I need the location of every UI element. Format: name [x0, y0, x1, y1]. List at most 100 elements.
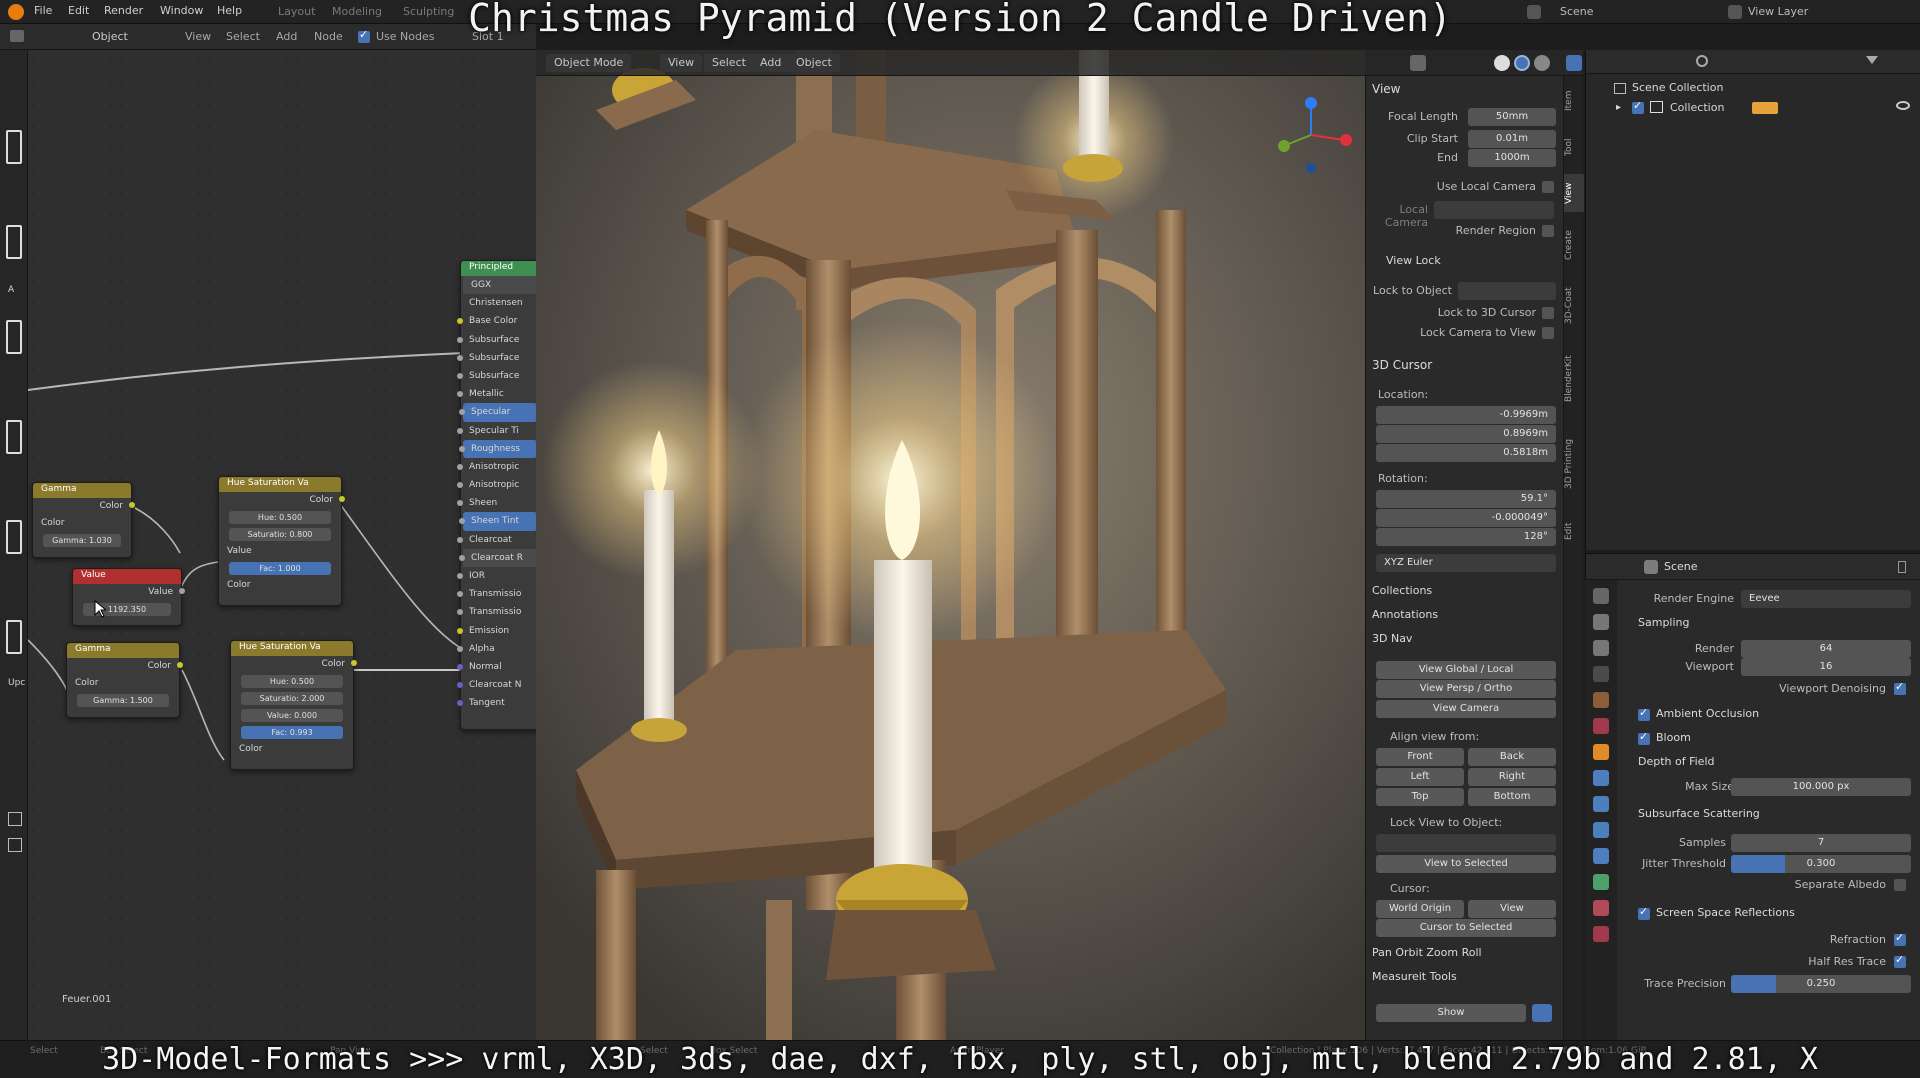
principled-socket-row[interactable]: Sheen Tint [459, 512, 537, 531]
tool-icon-2[interactable] [6, 225, 22, 259]
3d-viewport[interactable] [536, 50, 1365, 1040]
ao-checkbox[interactable] [1638, 706, 1650, 721]
principled-socket-row[interactable]: Roughness [459, 439, 537, 458]
value-node-output-socket[interactable] [179, 588, 185, 594]
principled-socket-row[interactable]: Specular [459, 403, 537, 422]
principled-socket-row[interactable]: Subsurface [457, 367, 539, 385]
refraction-checkbox[interactable] [1894, 931, 1906, 946]
render-region-checkbox[interactable] [1542, 225, 1554, 237]
principled-input-socket[interactable] [457, 682, 463, 689]
ambient-occlusion-header[interactable]: Ambient Occlusion [1656, 707, 1759, 720]
clip-end-field[interactable]: 1000m [1468, 149, 1556, 167]
collections-panel-header[interactable]: Collections [1372, 584, 1432, 597]
3d-nav-header[interactable]: 3D Nav [1372, 632, 1412, 645]
principled-socket-row[interactable]: Clearcoat R [459, 548, 537, 567]
principled-input-socket[interactable] [459, 445, 465, 452]
sidebar-tab-3d-printing[interactable]: 3D Printing [1564, 424, 1584, 504]
pan-orbit-panel-header[interactable]: Pan Orbit Zoom Roll [1372, 946, 1482, 959]
viewport-menu-add[interactable]: Add [752, 54, 790, 72]
sidebar-tab-edit[interactable]: Edit [1564, 512, 1584, 550]
principled-input-socket[interactable] [457, 500, 463, 507]
principled-socket-row[interactable]: Metallic [457, 385, 539, 403]
select-tool-icon[interactable] [6, 130, 22, 164]
tool-tab-icon[interactable] [1593, 588, 1609, 604]
trace-precision-slider[interactable]: 0.250 [1731, 975, 1911, 993]
principled-socket-row[interactable]: Base Color [457, 312, 539, 330]
measureit-settings-icon[interactable] [1532, 1004, 1552, 1022]
view-camera-button[interactable]: View Camera [1376, 700, 1556, 718]
principled-input-socket[interactable] [457, 591, 463, 598]
bloom-checkbox[interactable] [1638, 730, 1650, 745]
gamma-1-field[interactable]: Gamma: 1.030 [43, 534, 121, 547]
lock-camera-checkbox[interactable] [1542, 327, 1554, 339]
material-tab-icon[interactable] [1593, 900, 1609, 916]
principled-input-socket[interactable] [457, 536, 463, 543]
gamma-2-output-socket[interactable] [177, 662, 183, 668]
cursor-rot-x-field[interactable]: 59.1° [1376, 490, 1556, 508]
principled-input-socket[interactable] [457, 354, 463, 361]
bloom-header[interactable]: Bloom [1656, 731, 1691, 744]
focal-length-field[interactable]: 50mm [1468, 108, 1556, 126]
hue-1-hue-field[interactable]: Hue: 0.500 [229, 511, 331, 524]
principled-socket-row[interactable]: Sheen [457, 494, 539, 512]
jitter-threshold-slider[interactable]: 0.300 [1731, 855, 1911, 873]
viewport-menu-object[interactable]: Object [788, 54, 840, 72]
value-node[interactable]: Value Value 1192.350 [72, 568, 185, 626]
gamma-1-header[interactable]: Gamma [33, 483, 131, 498]
sidebar-tab-view[interactable]: View [1564, 174, 1584, 212]
rotation-mode-dropdown[interactable]: XYZ Euler [1376, 554, 1556, 572]
gamma-2-header[interactable]: Gamma [67, 643, 179, 658]
align-front-button[interactable]: Front [1376, 748, 1464, 766]
object-tab-icon[interactable] [1593, 744, 1609, 760]
hue-1-saturation-field[interactable]: Saturatio: 0.800 [229, 528, 331, 541]
gamma-2-field[interactable]: Gamma: 1.500 [77, 694, 169, 707]
principled-input-socket[interactable] [457, 372, 463, 379]
principled-input-socket[interactable] [457, 463, 463, 470]
render-engine-dropdown[interactable]: Eevee [1741, 590, 1911, 608]
shading-rendered-icon[interactable] [1534, 55, 1550, 71]
hue-2-saturation-field[interactable]: Saturatio: 2.000 [241, 692, 343, 705]
principled-input-socket[interactable] [457, 427, 463, 434]
principled-socket-row[interactable]: Specular Ti [457, 422, 539, 440]
view-section-header[interactable]: View [1372, 82, 1400, 96]
sampling-header[interactable]: Sampling [1638, 616, 1690, 629]
measureit-panel-header[interactable]: Measureit Tools [1372, 970, 1457, 983]
collection-label[interactable]: Collection [1670, 101, 1724, 114]
sidebar-toggle-icon-2[interactable] [8, 838, 22, 852]
principled-bsdf-node[interactable]: Principled GGX Christensen Base Color Subsu… [457, 260, 540, 730]
principled-input-socket[interactable] [457, 627, 463, 634]
overlay-toggle-icon[interactable] [1410, 55, 1426, 71]
modifier-tab-icon[interactable] [1593, 770, 1609, 786]
texture-tab-icon[interactable] [1593, 926, 1609, 942]
sidebar-tab-tool[interactable]: Tool [1564, 128, 1584, 166]
principled-socket-row[interactable]: IOR [457, 567, 539, 585]
viewport-samples-field[interactable]: 16 [1741, 658, 1911, 676]
cursor-to-selected-button[interactable]: Cursor to Selected [1376, 919, 1556, 937]
principled-input-socket[interactable] [457, 573, 463, 579]
node-editor-canvas[interactable]: Principled GGX Christensen Base Color Subsu… [28, 50, 540, 1040]
ssr-checkbox[interactable] [1638, 905, 1650, 920]
view-to-selected-button[interactable]: View to Selected [1376, 855, 1556, 873]
value-node-header[interactable]: Value [73, 569, 181, 584]
gamma-node-1[interactable]: Gamma Color Color Gamma: 1.030 [32, 482, 135, 558]
hue-saturation-node-2[interactable]: Hue Saturation Va Color Hue: 0.500 Satur… [230, 640, 357, 770]
cursor-rot-z-field[interactable]: 128° [1376, 528, 1556, 546]
hue-2-value-field[interactable]: Value: 0.000 [241, 709, 343, 722]
viewport-menu-view[interactable]: View [660, 54, 703, 72]
principled-input-socket[interactable] [457, 318, 463, 325]
principled-input-socket[interactable] [457, 700, 463, 707]
cursor-rot-y-field[interactable]: -0.000049° [1376, 509, 1556, 527]
principled-socket-row[interactable]: Alpha [457, 640, 539, 658]
principled-socket-row[interactable]: GGX [463, 276, 537, 295]
scene-collection-label[interactable]: Scene Collection [1632, 81, 1723, 94]
hue-1-fac-field[interactable]: Fac: 1.000 [229, 562, 331, 575]
max-size-field[interactable]: 100.000 px [1731, 778, 1911, 796]
align-right-button[interactable]: Right [1468, 768, 1556, 786]
sss-samples-field[interactable]: 7 [1731, 834, 1911, 852]
depth-of-field-header[interactable]: Depth of Field [1638, 755, 1715, 768]
annotations-panel-header[interactable]: Annotations [1372, 608, 1438, 621]
gizmo-toggle-icon[interactable] [1566, 55, 1582, 71]
hue-2-output-socket[interactable] [351, 660, 357, 666]
principled-socket-row[interactable]: Transmissio [457, 585, 539, 603]
pin-icon[interactable] [1898, 561, 1906, 573]
